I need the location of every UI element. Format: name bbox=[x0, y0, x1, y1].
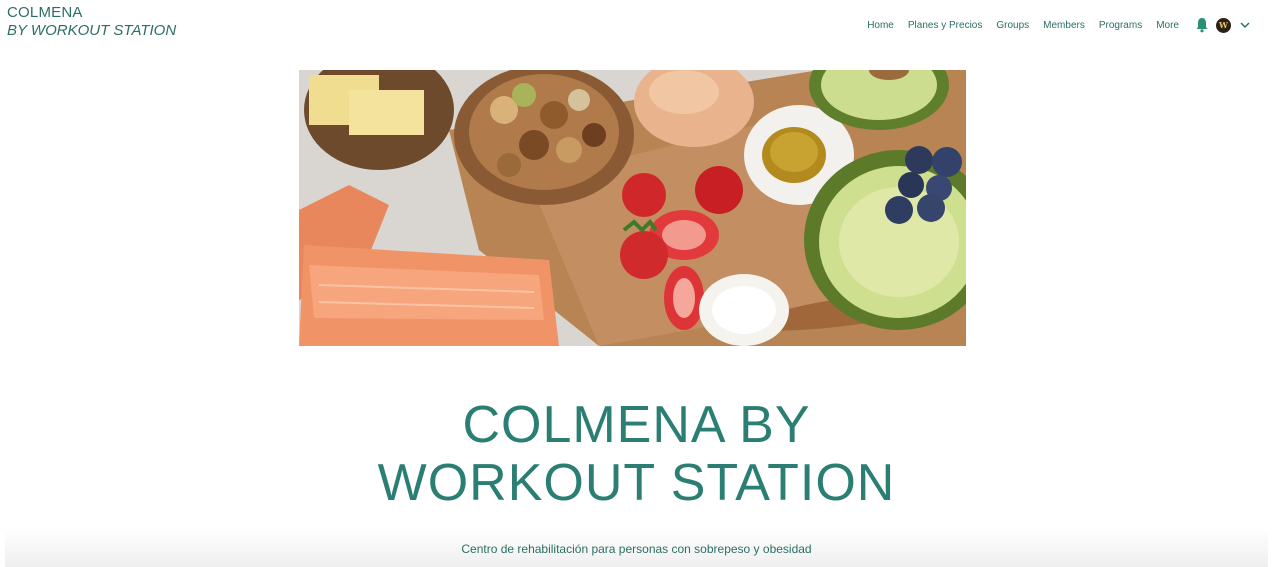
hero-headline: COLMENA BY WORKOUT STATION bbox=[0, 396, 1273, 512]
nav-item-planes-y-precios[interactable]: Planes y Precios bbox=[908, 20, 982, 31]
bell-icon[interactable] bbox=[1195, 17, 1209, 33]
food-photo bbox=[299, 70, 966, 346]
avatar[interactable]: W bbox=[1216, 17, 1231, 33]
logo-subtitle: BY WORKOUT STATION bbox=[7, 22, 177, 39]
headline-line-1: COLMENA BY bbox=[462, 396, 811, 454]
main-nav: Home Planes y Precios Groups Members Pro… bbox=[853, 17, 1251, 33]
site-logo[interactable]: COLMENA BY WORKOUT STATION bbox=[7, 4, 176, 40]
hero-image bbox=[299, 70, 966, 346]
nav-item-programs[interactable]: Programs bbox=[1099, 20, 1142, 31]
nav-item-groups[interactable]: Groups bbox=[996, 20, 1029, 31]
nav-item-home[interactable]: Home bbox=[867, 20, 894, 31]
logo-title: COLMENA bbox=[7, 4, 83, 21]
headline-line-2: WORKOUT STATION bbox=[377, 454, 896, 512]
nav-item-more[interactable]: More bbox=[1156, 20, 1179, 31]
hero-subtitle: Centro de rehabilitación para personas c… bbox=[461, 542, 812, 556]
avatar-letter: W bbox=[1219, 20, 1228, 30]
chevron-down-icon[interactable] bbox=[1239, 20, 1251, 30]
nav-item-members[interactable]: Members bbox=[1043, 20, 1085, 31]
